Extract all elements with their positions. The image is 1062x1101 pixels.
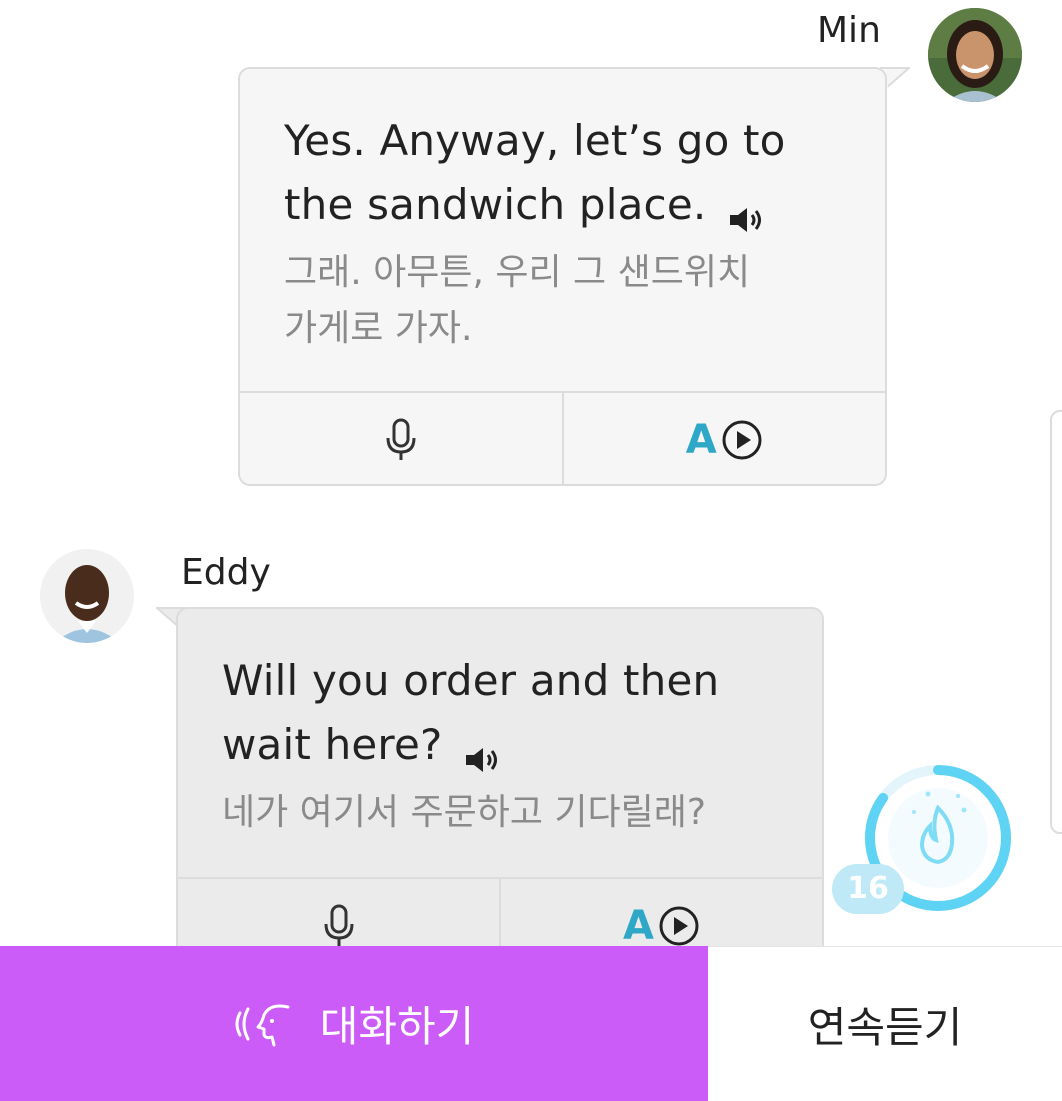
korean-translation: 네가 여기서 주문하고 기다릴래? <box>222 785 778 841</box>
record-button[interactable] <box>240 393 562 484</box>
english-line: Will you order and then <box>222 656 720 705</box>
speaking-head-icon <box>235 1004 290 1046</box>
message-bubble-min: Yes. Anyway, let’s go to the sandwich pl… <box>238 67 887 486</box>
talk-button-label: 대화하기 <box>319 1002 475 1051</box>
english-sentence: Will you order and then wait here? <box>222 649 778 777</box>
translation-letter: A <box>685 417 717 463</box>
translation-letter: A <box>623 903 654 949</box>
side-panel-edge <box>1050 410 1062 834</box>
talk-button[interactable]: 대화하기 <box>0 946 708 1101</box>
korean-line: 네가 여기서 주문하고 기다릴래? <box>222 792 706 833</box>
korean-translation: 그래. 아무튼, 우리 그 샌드위치 가게로 가자. <box>284 245 841 357</box>
continuous-listen-label: 연속듣기 <box>807 1002 963 1052</box>
play-translation-button[interactable]: A <box>561 393 886 484</box>
bottom-action-bar: 대화하기 연속듣기 <box>0 946 1062 1101</box>
microphone-icon <box>324 904 353 946</box>
play-circle-icon <box>659 906 699 946</box>
play-circle-icon <box>722 420 762 460</box>
avatar-eddy <box>40 549 134 643</box>
english-sentence: Yes. Anyway, let’s go to the sandwich pl… <box>284 109 841 237</box>
korean-line: 그래. 아무튼, 우리 그 샌드위치 <box>284 252 751 293</box>
speaker-icon[interactable] <box>464 729 500 772</box>
chat-screen: Min Yes. Anyway, let’s go to the sandwic… <box>0 0 1062 1101</box>
streak-badge[interactable]: 16 <box>832 760 1022 920</box>
english-line: the sandwich place. <box>284 180 707 229</box>
continuous-listen-button[interactable]: 연속듣기 <box>708 946 1062 1101</box>
english-line: Yes. Anyway, let’s go to <box>284 116 786 165</box>
english-line: wait here? <box>222 720 443 769</box>
sender-name: Min <box>817 10 881 51</box>
avatar-min <box>928 8 1022 102</box>
speaker-icon[interactable] <box>728 189 764 232</box>
korean-line: 가게로 가자. <box>284 308 473 349</box>
sender-name: Eddy <box>181 552 271 593</box>
streak-count: 16 <box>832 864 904 914</box>
microphone-icon <box>386 418 416 460</box>
message-actions: A <box>240 391 886 484</box>
